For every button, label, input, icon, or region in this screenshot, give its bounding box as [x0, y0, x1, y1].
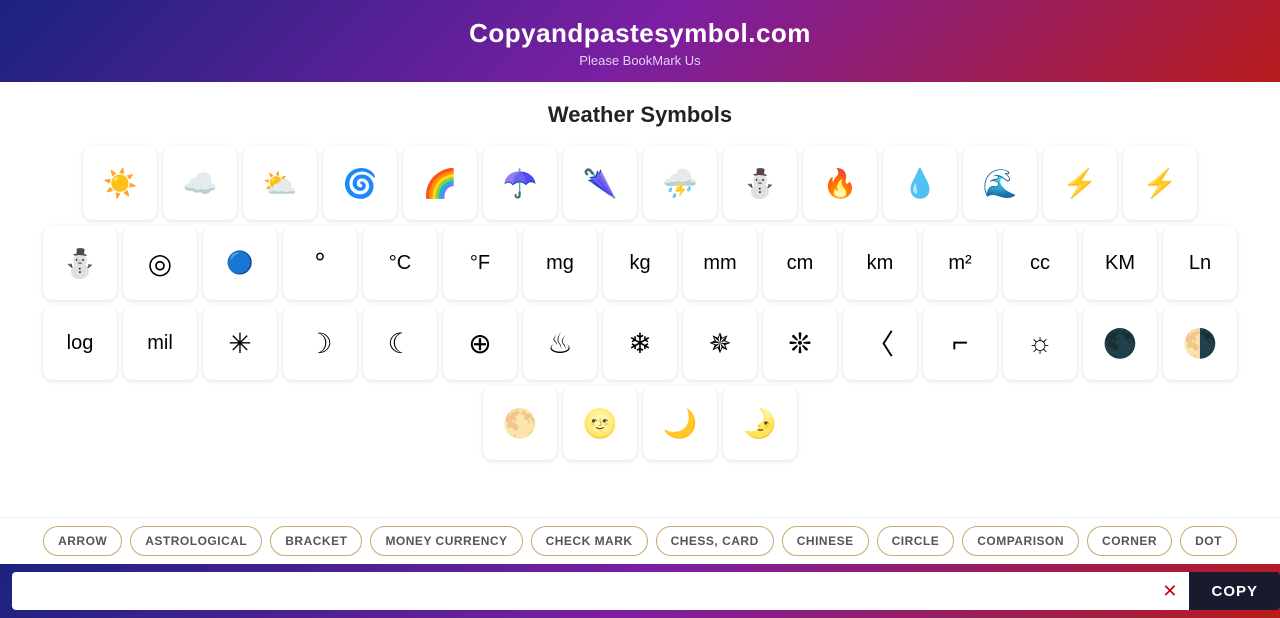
symbol-fire[interactable]: 🔥: [803, 146, 877, 220]
symbol-cc[interactable]: cc: [1003, 226, 1077, 300]
category-bracket[interactable]: BRACKET: [270, 526, 362, 556]
category-chess-card[interactable]: CHESS, CARD: [656, 526, 774, 556]
symbol-cm[interactable]: cm: [763, 226, 837, 300]
category-comparison[interactable]: COMPARISON: [962, 526, 1079, 556]
symbol-cloud[interactable]: ☁️: [163, 146, 237, 220]
symbol-fahrenheit[interactable]: °F: [443, 226, 517, 300]
copy-button[interactable]: COPY: [1189, 572, 1280, 610]
symbol-full-moon[interactable]: 🌕: [483, 386, 557, 460]
symbol-sun2[interactable]: ✳: [203, 306, 277, 380]
symbol-km[interactable]: km: [843, 226, 917, 300]
symbol-crescent-right[interactable]: ☽: [283, 306, 357, 380]
symbol-wave[interactable]: 🌊: [963, 146, 1037, 220]
category-bar: ARROW ASTROLOGICAL BRACKET MONEY CURRENC…: [0, 517, 1280, 564]
category-corner[interactable]: CORNER: [1087, 526, 1172, 556]
symbol-mil[interactable]: mil: [123, 306, 197, 380]
symbol-hot-springs[interactable]: ♨: [523, 306, 597, 380]
symbol-angle-left[interactable]: 〈: [843, 306, 917, 380]
symbol-sun[interactable]: ☀️: [83, 146, 157, 220]
site-subtitle: Please BookMark Us: [0, 53, 1280, 68]
symbol-snowman2[interactable]: ⛄: [43, 226, 117, 300]
symbol-bullseye[interactable]: ◎: [123, 226, 197, 300]
symbol-rainbow[interactable]: 🌈: [403, 146, 477, 220]
symbol-corner[interactable]: ⌐: [923, 306, 997, 380]
symbol-first-quarter-moon[interactable]: 🌛: [723, 386, 797, 460]
category-check-mark[interactable]: CHECK MARK: [531, 526, 648, 556]
symbol-spiral[interactable]: 🔵: [203, 226, 277, 300]
page-title: Weather Symbols: [548, 102, 732, 128]
category-arrow[interactable]: ARROW: [43, 526, 122, 556]
clear-button[interactable]: ✕: [1150, 572, 1189, 610]
symbol-crescent-left[interactable]: ☾: [363, 306, 437, 380]
symbol-snowflake2[interactable]: ✵: [683, 306, 757, 380]
symbol-snowflake3[interactable]: ❊: [763, 306, 837, 380]
symbol-closed-umbrella[interactable]: 🌂: [563, 146, 637, 220]
symbol-row-2: ⛄ ◎ 🔵 ° °C °F mg kg mm cm km m² cc KM Ln: [40, 226, 1240, 300]
symbol-row-4: 🌕 🌝 🌙 🌛: [40, 386, 1240, 460]
symbol-log[interactable]: log: [43, 306, 117, 380]
symbol-last-quarter[interactable]: 🌗: [1163, 306, 1237, 380]
symbol-sun3[interactable]: ☼: [1003, 306, 1077, 380]
symbol-thunder-rain[interactable]: ⛈️: [643, 146, 717, 220]
symbol-new-moon[interactable]: 🌑: [1083, 306, 1157, 380]
category-astrological[interactable]: ASTROLOGICAL: [130, 526, 262, 556]
site-header: Copyandpastesymbol.com Please BookMark U…: [0, 0, 1280, 82]
symbol-row-1: ☀️ ☁️ ⛅ 🌀 🌈 ☂️ 🌂 ⛈️ ⛄ 🔥 💧 🌊 ⚡ ⚡: [40, 146, 1240, 220]
symbol-ln[interactable]: Ln: [1163, 226, 1237, 300]
category-money-currency[interactable]: MONEY CURRENCY: [370, 526, 522, 556]
symbol-earth[interactable]: ⊕: [443, 306, 517, 380]
symbol-grid: ☀️ ☁️ ⛅ 🌀 🌈 ☂️ 🌂 ⛈️ ⛄ 🔥 💧 🌊 ⚡ ⚡ ⛄ ◎ 🔵 ° …: [40, 146, 1240, 460]
symbol-crescent-moon[interactable]: 🌙: [643, 386, 717, 460]
search-bar: ✕ COPY: [0, 564, 1280, 618]
site-title: Copyandpastesymbol.com: [0, 18, 1280, 49]
symbol-lightning[interactable]: ⚡: [1043, 146, 1117, 220]
symbol-m2[interactable]: m²: [923, 226, 997, 300]
category-dot[interactable]: DOT: [1180, 526, 1237, 556]
category-circle[interactable]: CIRCLE: [877, 526, 955, 556]
symbol-partly-cloudy[interactable]: ⛅: [243, 146, 317, 220]
main-content: Weather Symbols ☀️ ☁️ ⛅ 🌀 🌈 ☂️ 🌂 ⛈️ ⛄ 🔥 …: [0, 82, 1280, 517]
symbol-KM[interactable]: KM: [1083, 226, 1157, 300]
symbol-umbrella[interactable]: ☂️: [483, 146, 557, 220]
symbol-lightning2[interactable]: ⚡: [1123, 146, 1197, 220]
symbol-mg[interactable]: mg: [523, 226, 597, 300]
symbol-kg[interactable]: kg: [603, 226, 677, 300]
symbol-droplet[interactable]: 💧: [883, 146, 957, 220]
symbol-full-moon-face[interactable]: 🌝: [563, 386, 637, 460]
symbol-cyclone[interactable]: 🌀: [323, 146, 397, 220]
category-chinese[interactable]: CHINESE: [782, 526, 869, 556]
symbol-snowman[interactable]: ⛄: [723, 146, 797, 220]
symbol-degree[interactable]: °: [283, 226, 357, 300]
symbol-mm[interactable]: mm: [683, 226, 757, 300]
symbol-celsius[interactable]: °C: [363, 226, 437, 300]
symbol-row-3: log mil ✳ ☽ ☾ ⊕ ♨ ❄ ✵ ❊ 〈 ⌐ ☼ 🌑 🌗: [40, 306, 1240, 380]
search-input[interactable]: [12, 572, 1150, 610]
symbol-snowflake1[interactable]: ❄: [603, 306, 677, 380]
